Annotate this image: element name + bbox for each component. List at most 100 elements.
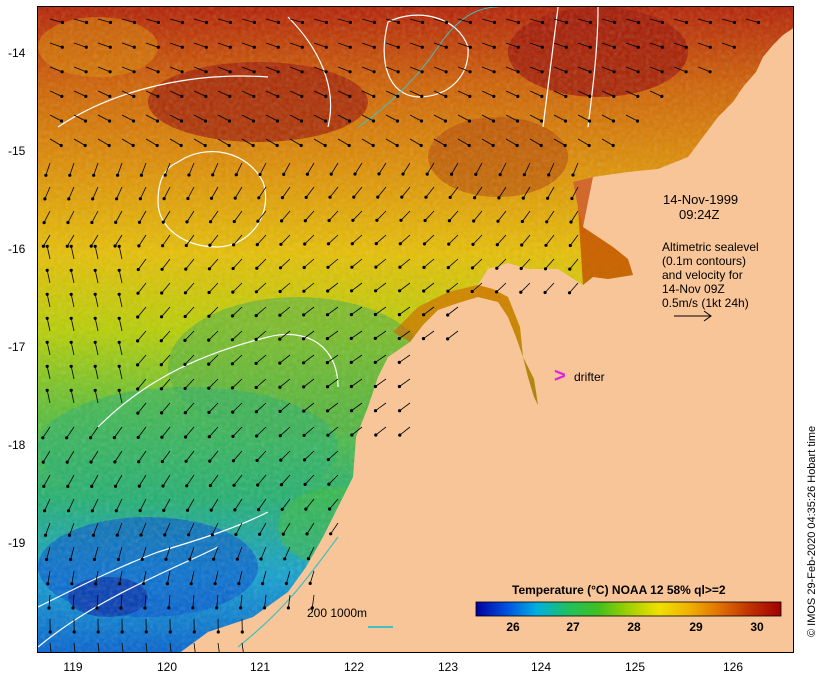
velocity-arrowhead: [93, 340, 97, 344]
velocity-arrowhead: [42, 484, 46, 488]
velocity-arrowhead: [160, 459, 164, 464]
velocity-arrowhead: [636, 20, 641, 25]
velocity-arrowhead: [189, 582, 193, 586]
velocity-arrowhead: [473, 196, 477, 200]
lat-tick: -19: [8, 536, 26, 550]
velocity-arrowhead: [183, 291, 187, 295]
velocity-arrowhead: [203, 143, 207, 148]
velocity-arrowhead: [204, 45, 208, 49]
velocity-arrowhead: [397, 336, 401, 341]
scale-bar-label: 200 1000m: [307, 606, 368, 620]
velocity-arrowhead: [398, 265, 402, 269]
velocity-arrowhead: [231, 290, 235, 294]
velocity-arrowhead: [83, 119, 88, 123]
velocity-arrowhead: [492, 94, 496, 98]
velocity-arrowhead: [660, 20, 665, 25]
velocity-arrowhead: [588, 70, 592, 74]
velocity-arrowhead: [492, 20, 497, 25]
velocity-arrowhead: [204, 70, 208, 74]
velocity-arrowhead: [117, 292, 121, 296]
velocity-arrowhead: [114, 509, 118, 513]
velocity-arrowhead: [69, 244, 73, 248]
velocity-arrowhead: [302, 337, 306, 341]
velocity-arrowhead: [325, 337, 329, 341]
velocity-arrowhead: [351, 218, 355, 222]
time-label: 09:24Z: [679, 207, 720, 222]
lat-tick: -17: [8, 340, 26, 354]
velocity-arrowhead: [89, 436, 93, 440]
velocity-arrowhead: [326, 289, 330, 293]
velocity-arrowhead: [210, 533, 214, 537]
velocity-arrowhead: [397, 313, 401, 317]
velocity-arrowhead: [444, 45, 448, 49]
velocity-arrowhead: [302, 289, 306, 293]
velocity-arrowhead: [424, 195, 428, 199]
velocity-arrowhead: [140, 557, 144, 562]
date-label: 14-Nov-1999: [663, 192, 739, 207]
velocity-arrowhead: [348, 94, 352, 98]
velocity-arrowhead: [209, 508, 213, 512]
velocity-arrowhead: [160, 291, 164, 295]
velocity-arrowhead: [167, 606, 171, 610]
velocity-arrowhead: [113, 244, 117, 248]
velocity-arrowhead: [252, 45, 256, 49]
velocity-arrowhead: [120, 630, 124, 634]
lat-tick: -16: [8, 242, 26, 256]
velocity-arrowhead: [65, 460, 69, 464]
velocity-arrowhead: [279, 458, 283, 462]
velocity-arrowhead: [48, 630, 52, 634]
velocity-arrowhead: [470, 289, 474, 294]
velocity-arrowhead: [468, 94, 472, 98]
velocity-arrowhead: [235, 557, 239, 561]
velocity-arrowhead: [69, 268, 73, 272]
velocity-arrowhead: [160, 267, 164, 271]
velocity-arrowhead: [44, 173, 48, 177]
velocity-arrowhead: [252, 20, 257, 25]
velocity-arrowhead: [255, 243, 259, 247]
lon-tick: 119: [63, 660, 83, 674]
velocity-arrowhead: [443, 143, 447, 148]
velocity-arrowhead: [168, 630, 172, 634]
velocity-arrowhead: [138, 509, 142, 513]
velocity-arrowhead: [231, 266, 235, 271]
velocity-arrowhead: [69, 388, 73, 392]
velocity-arrowhead: [183, 338, 187, 342]
velocity-arrowhead: [563, 143, 567, 148]
velocity-arrowhead: [43, 533, 48, 537]
velocity-arrowhead: [326, 433, 330, 437]
velocity-arrowhead: [114, 220, 118, 224]
velocity-arrowhead: [349, 384, 353, 389]
velocity-arrowhead: [131, 143, 135, 148]
velocity-arrowhead: [612, 45, 616, 49]
velocity-arrowhead: [516, 45, 520, 49]
velocity-arrowhead: [570, 196, 574, 201]
velocity-arrowhead: [192, 630, 196, 634]
lon-tick: 121: [249, 660, 271, 674]
velocity-arrowhead: [108, 20, 113, 25]
velocity-arrowhead: [516, 70, 520, 74]
velocity-arrowhead: [278, 313, 282, 317]
velocity-arrowhead: [89, 244, 93, 248]
velocity-arrowhead: [180, 45, 184, 49]
velocity-arrowhead: [191, 606, 195, 610]
velocity-arrowhead: [131, 119, 136, 123]
velocity-arrowhead: [539, 119, 544, 123]
velocity-arrowhead: [255, 458, 259, 463]
velocity-arrowhead: [207, 338, 211, 342]
velocity-arrowhead: [228, 45, 232, 49]
velocity-arrowhead: [136, 267, 140, 272]
velocity-arrowhead: [374, 265, 378, 269]
velocity-arrowhead: [45, 340, 49, 344]
velocity-arrowhead: [373, 384, 377, 389]
velocity-arrowhead: [207, 410, 211, 414]
velocity-arrowhead: [69, 292, 73, 296]
velocity-arrowhead: [422, 313, 426, 317]
velocity-arrowhead: [326, 265, 330, 269]
velocity-arrowhead: [348, 70, 352, 74]
velocity-arrowhead: [233, 196, 237, 200]
velocity-arrowhead: [276, 45, 280, 49]
velocity-arrowhead: [660, 94, 664, 98]
velocity-arrowhead: [278, 385, 282, 389]
velocity-arrowhead: [568, 267, 572, 271]
velocity-arrowhead: [228, 20, 233, 25]
